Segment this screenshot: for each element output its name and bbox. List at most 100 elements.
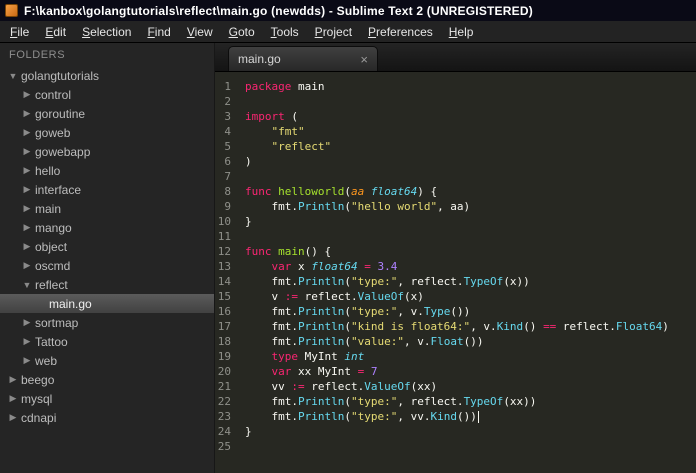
- line-number: 23: [217, 410, 231, 423]
- chevron-right-icon[interactable]: ▶: [20, 355, 34, 366]
- code-area[interactable]: 1 package main 2 3 import (4 "fmt" 5 "reflect…: [215, 72, 696, 473]
- code-line-16[interactable]: 16 fmt.Println("type:", v.Type()): [215, 304, 696, 319]
- code-text: "fmt": [271, 125, 305, 138]
- code-line-9[interactable]: 9 fmt.Println("hello world", aa): [215, 199, 696, 214]
- tree-item-label: sortmap: [35, 315, 79, 330]
- code-line-4[interactable]: 4 "fmt": [215, 124, 696, 139]
- code-line-2[interactable]: 2: [215, 94, 696, 109]
- line-number: 17: [217, 320, 231, 333]
- menu-item-view[interactable]: View: [179, 22, 221, 42]
- code-line-10[interactable]: 10}: [215, 214, 696, 229]
- menu-item-project[interactable]: Project: [307, 22, 360, 42]
- code-line-20[interactable]: 20 var xx MyInt = 7: [215, 364, 696, 379]
- code-line-1[interactable]: 1 package main: [215, 79, 696, 94]
- chevron-right-icon[interactable]: ▶: [20, 203, 34, 214]
- code-line-8[interactable]: 8 func helloworld(aa float64) {: [215, 184, 696, 199]
- menu-item-find[interactable]: Find: [139, 22, 178, 42]
- menu-item-selection[interactable]: Selection: [74, 22, 139, 42]
- chevron-right-icon[interactable]: ▶: [20, 241, 34, 252]
- title-bar[interactable]: F:\kanbox\golangtutorials\reflect\main.g…: [0, 0, 696, 21]
- code-line-21[interactable]: 21 vv := reflect.ValueOf(xx): [215, 379, 696, 394]
- folder-tree: ▼ golangtutorials ▶ control ▶ goroutine ▶ goweb…: [0, 66, 214, 473]
- folder-item-object[interactable]: ▶ object: [0, 237, 214, 256]
- code-line-11[interactable]: 11: [215, 229, 696, 244]
- chevron-down-icon[interactable]: ▼: [20, 280, 34, 290]
- file-item-main.go[interactable]: main.go: [0, 294, 214, 313]
- code-line-17[interactable]: 17 fmt.Println("kind is float64:", v.Kin…: [215, 319, 696, 334]
- chevron-right-icon[interactable]: ▶: [20, 317, 34, 328]
- menu-item-preferences[interactable]: Preferences: [360, 22, 441, 42]
- folder-item-gowebapp[interactable]: ▶ gowebapp: [0, 142, 214, 161]
- chevron-right-icon[interactable]: ▶: [20, 146, 34, 157]
- folder-item-web[interactable]: ▶ web: [0, 351, 214, 370]
- folder-item-goweb[interactable]: ▶ goweb: [0, 123, 214, 142]
- chevron-right-icon[interactable]: ▶: [20, 260, 34, 271]
- menu-item-file[interactable]: File: [2, 22, 37, 42]
- text-caret: [477, 411, 479, 423]
- sublime-app-icon: [5, 4, 18, 17]
- tree-item-label: main: [35, 201, 62, 216]
- window-title: F:\kanbox\golangtutorials\reflect\main.g…: [24, 3, 533, 18]
- tab-main-go[interactable]: main.go ×: [228, 46, 378, 71]
- code-text: func main() {: [245, 245, 332, 258]
- code-text: import (: [245, 110, 298, 123]
- folder-item-cdnapi[interactable]: ▶ cdnapi: [0, 408, 214, 427]
- code-line-25[interactable]: 25: [215, 439, 696, 454]
- folder-item-hello[interactable]: ▶ hello: [0, 161, 214, 180]
- tree-item-label: object: [35, 239, 68, 254]
- code-text: type MyInt int: [271, 350, 365, 363]
- line-number: 14: [217, 275, 231, 288]
- folder-item-golangtutorials[interactable]: ▼ golangtutorials: [0, 66, 214, 85]
- code-line-24[interactable]: 24}: [215, 424, 696, 439]
- tree-item-label: mango: [35, 220, 72, 235]
- code-line-12[interactable]: 12 func main() {: [215, 244, 696, 259]
- folder-item-goroutine[interactable]: ▶ goroutine: [0, 104, 214, 123]
- code-line-6[interactable]: 6): [215, 154, 696, 169]
- code-line-23[interactable]: 23 fmt.Println("type:", vv.Kind()): [215, 409, 696, 424]
- folder-item-mysql[interactable]: ▶ mysql: [0, 389, 214, 408]
- chevron-right-icon[interactable]: ▶: [6, 412, 20, 423]
- chevron-right-icon[interactable]: ▶: [20, 127, 34, 138]
- menu-item-tools[interactable]: Tools: [263, 22, 307, 42]
- chevron-right-icon[interactable]: ▶: [20, 108, 34, 119]
- code-line-13[interactable]: 13 var x float64 = 3.4: [215, 259, 696, 274]
- chevron-right-icon[interactable]: ▶: [20, 184, 34, 195]
- menu-item-goto[interactable]: Goto: [221, 22, 263, 42]
- code-line-7[interactable]: 7: [215, 169, 696, 184]
- folders-header: FOLDERS: [9, 49, 66, 61]
- code-line-15[interactable]: 15 v := reflect.ValueOf(x): [215, 289, 696, 304]
- code-text: fmt.Println("type:", reflect.TypeOf(xx)): [245, 395, 537, 408]
- chevron-right-icon[interactable]: ▶: [6, 374, 20, 385]
- code-line-19[interactable]: 19 type MyInt int: [215, 349, 696, 364]
- line-number: 4: [224, 125, 231, 138]
- folder-item-mango[interactable]: ▶ mango: [0, 218, 214, 237]
- folder-item-Tattoo[interactable]: ▶ Tattoo: [0, 332, 214, 351]
- code-line-3[interactable]: 3 import (: [215, 109, 696, 124]
- tree-item-label: oscmd: [35, 258, 71, 273]
- code-line-18[interactable]: 18 fmt.Println("value:", v.Float()): [215, 334, 696, 349]
- code-line-5[interactable]: 5 "reflect": [215, 139, 696, 154]
- chevron-right-icon[interactable]: ▶: [6, 393, 20, 404]
- chevron-right-icon[interactable]: ▶: [20, 222, 34, 233]
- folder-item-main[interactable]: ▶ main: [0, 199, 214, 218]
- line-number: 18: [217, 335, 231, 348]
- tab-close-icon[interactable]: ×: [360, 53, 368, 66]
- code-line-22[interactable]: 22 fmt.Println("type:", reflect.TypeOf(x…: [215, 394, 696, 409]
- folder-item-interface[interactable]: ▶ interface: [0, 180, 214, 199]
- folder-item-sortmap[interactable]: ▶ sortmap: [0, 313, 214, 332]
- line-number: 9: [224, 200, 231, 213]
- folder-item-reflect[interactable]: ▼ reflect: [0, 275, 214, 294]
- menu-item-edit[interactable]: Edit: [37, 22, 74, 42]
- menu-item-help[interactable]: Help: [441, 22, 482, 42]
- code-text: fmt.Println("value:", v.Float()): [245, 335, 484, 348]
- folder-item-control[interactable]: ▶ control: [0, 85, 214, 104]
- folder-item-oscmd[interactable]: ▶ oscmd: [0, 256, 214, 275]
- chevron-right-icon[interactable]: ▶: [20, 89, 34, 100]
- tree-item-label: goroutine: [35, 106, 86, 121]
- folder-item-beego[interactable]: ▶ beego: [0, 370, 214, 389]
- code-line-14[interactable]: 14 fmt.Println("type:", reflect.TypeOf(x…: [215, 274, 696, 289]
- main-area: FOLDERS ▼ golangtutorials ▶ control ▶ gorouti…: [0, 43, 696, 473]
- chevron-down-icon[interactable]: ▼: [6, 71, 20, 81]
- chevron-right-icon[interactable]: ▶: [20, 336, 34, 347]
- chevron-right-icon[interactable]: ▶: [20, 165, 34, 176]
